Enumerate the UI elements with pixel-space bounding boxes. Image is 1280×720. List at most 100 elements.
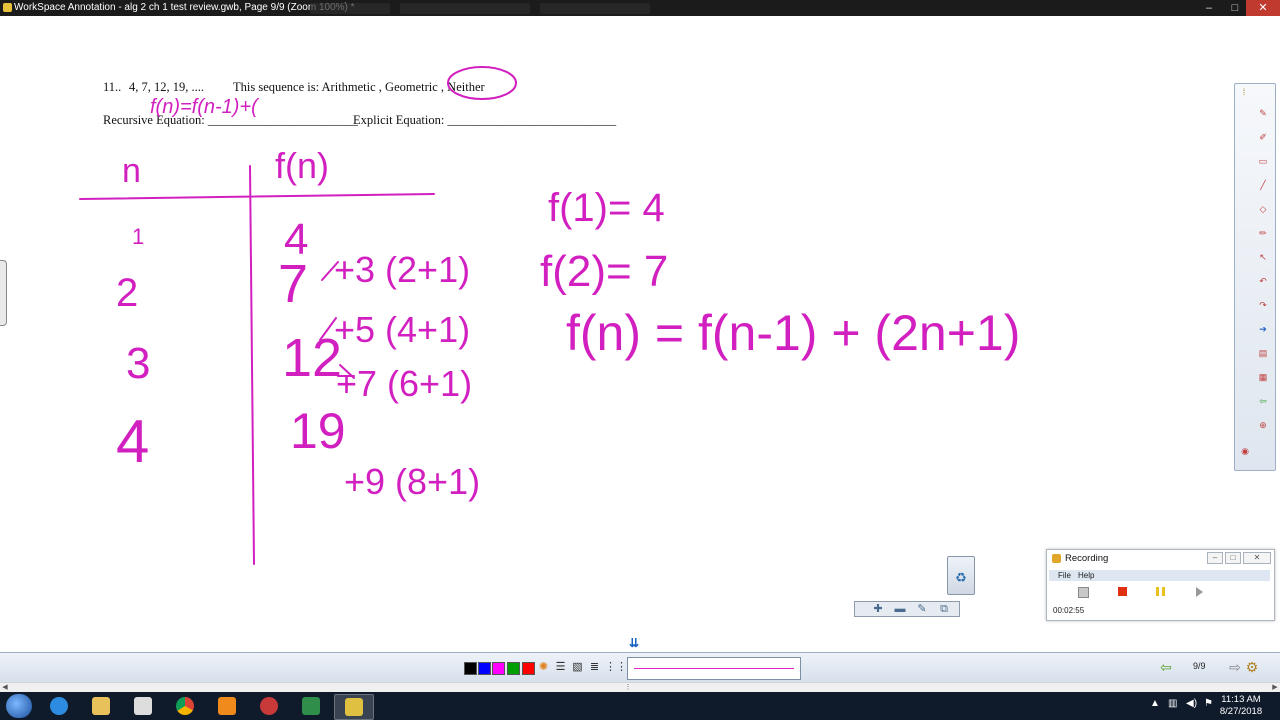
tray-expand-icon[interactable]: ▲ xyxy=(1150,698,1160,709)
snipping-icon xyxy=(260,697,278,715)
difference-note: +3 (2+1) xyxy=(334,249,470,290)
record-stop-disabled-icon[interactable] xyxy=(1078,587,1089,598)
palette-grip-icon[interactable]: ⁞ xyxy=(1238,87,1250,97)
back-icon[interactable]: ⇦ xyxy=(1257,396,1269,406)
word-icon xyxy=(302,697,320,715)
folder-icon xyxy=(92,697,110,715)
page-indicator: 9/9 xyxy=(1193,661,1206,671)
difference-note: +9 (8+1) xyxy=(344,461,480,502)
color-swatch-green[interactable] xyxy=(507,662,520,675)
play-icon[interactable] xyxy=(1196,587,1203,597)
stop-icon[interactable] xyxy=(1118,587,1127,596)
delete-bin[interactable]: ♻ xyxy=(947,556,975,595)
previous-page-icon[interactable]: ⇦ xyxy=(1158,659,1174,675)
scissors-icon xyxy=(134,697,152,715)
table-header-fn: f(n) xyxy=(275,145,329,186)
workspace-icon xyxy=(345,698,363,716)
n-value: 4 xyxy=(116,408,149,475)
taskbar-clock[interactable]: 11:13 AM 8/27/2018 xyxy=(1218,694,1264,718)
opacity-icon[interactable]: ⋮⋮ xyxy=(605,661,627,674)
taskbar-chrome[interactable] xyxy=(166,694,204,718)
windows-taskbar: ▲ ▥ ◀) ⚑ 11:13 AM 8/27/2018 xyxy=(0,692,1280,720)
line-tool-icon[interactable]: ╱ xyxy=(1257,180,1269,190)
taskbar-media-player[interactable] xyxy=(208,694,246,718)
recording-elapsed-time: 00:02:55 xyxy=(1053,606,1085,615)
pen-preview-line xyxy=(634,668,794,669)
select-tool-icon[interactable]: ↖ xyxy=(1257,252,1269,262)
media-player-icon xyxy=(218,697,236,715)
clock-date: 8/27/2018 xyxy=(1219,706,1263,717)
table-vertical-line xyxy=(249,165,255,565)
taskbar-snipping-tool[interactable] xyxy=(250,694,288,718)
next-page-arrow-icon[interactable]: ⇨ xyxy=(1227,659,1243,675)
neither-circle-ink xyxy=(447,66,517,100)
duplicate-icon[interactable]: ⧉ xyxy=(935,602,953,616)
table-horizontal-line xyxy=(79,193,435,200)
fn-value: 7 xyxy=(278,254,308,314)
table-header-n: n xyxy=(122,152,141,190)
f2-note: f(2)= 7 xyxy=(540,247,668,296)
internet-explorer-icon xyxy=(50,697,68,715)
taskbar-workspace[interactable] xyxy=(334,694,374,720)
highlighter-icon[interactable]: ✐ xyxy=(1257,132,1269,142)
volume-icon[interactable]: ◀) xyxy=(1186,698,1197,709)
color-swatch-red[interactable] xyxy=(522,662,535,675)
edit-icon[interactable]: ✎ xyxy=(913,602,931,616)
chrome-icon xyxy=(176,697,194,715)
zoom-out-icon[interactable]: ▬ xyxy=(891,602,909,616)
n-value: 1 xyxy=(132,224,144,249)
zoom-toolbar: ✚ ▬ ✎ ⧉ xyxy=(854,601,960,617)
recursive-answer-ink: f(n)=f(n-1)+( xyxy=(150,96,260,118)
recorder-app-icon xyxy=(1052,554,1061,563)
color-swatch-blue[interactable] xyxy=(478,662,491,675)
line-width-icon[interactable]: ☰ xyxy=(554,661,567,674)
color-swatch-black[interactable] xyxy=(464,662,477,675)
recycle-icon: ♻ xyxy=(955,570,967,585)
tool-palette: ⁞ ✎ ✐ ▭ ╱ ◇ ✏ ↖ ↶ ↷ ➔ ▤ ▦ ⇦ ⊕ ◉ xyxy=(1234,83,1276,471)
recording-menubar: File Help xyxy=(1049,570,1270,581)
dash-style-icon[interactable]: ≣ xyxy=(588,661,601,674)
formula-note: f(n) = f(n-1) + (2n+1) xyxy=(566,305,1020,361)
taskbar-file-explorer[interactable] xyxy=(82,694,120,718)
taskbar-tools-app[interactable] xyxy=(124,694,162,718)
pen-tool-icon[interactable]: ✎ xyxy=(1257,108,1269,118)
recording-minimize-button[interactable]: – xyxy=(1207,552,1223,564)
bottom-toolbar: ✺ ☰ ▧ ≣ ⋮⋮ ⇦ 9/9 ⇨ ⚙ xyxy=(0,652,1280,683)
clock-time: 11:13 AM xyxy=(1221,694,1261,705)
recording-window: Recording – □ ✕ File Help 00:02:55 xyxy=(1046,549,1275,621)
shape-tool-icon[interactable]: ◇ xyxy=(1257,204,1269,214)
f1-note: f(1)= 4 xyxy=(548,186,665,230)
taskbar-internet-explorer[interactable] xyxy=(40,694,78,718)
taskbar-word[interactable] xyxy=(292,694,330,718)
insert-icon[interactable]: ⊕ xyxy=(1257,420,1269,430)
collapse-toolbar-icon[interactable]: ⇊ xyxy=(626,636,642,651)
menu-file[interactable]: File xyxy=(1058,570,1071,581)
fn-value: 19 xyxy=(290,403,346,459)
capture-icon[interactable]: ▤ xyxy=(1257,348,1269,358)
network-icon[interactable]: ▥ xyxy=(1168,698,1177,709)
n-value: 3 xyxy=(126,339,150,388)
n-value: 2 xyxy=(116,271,138,315)
start-button[interactable] xyxy=(6,694,32,718)
pen-preview[interactable] xyxy=(627,657,801,680)
next-page-icon[interactable]: ➔ xyxy=(1257,324,1269,334)
difference-note: +5 (4+1) xyxy=(334,309,470,350)
color-picker-icon[interactable]: ✺ xyxy=(537,661,550,674)
line-style-icon[interactable]: ▧ xyxy=(571,661,584,674)
recording-maximize-button[interactable]: □ xyxy=(1225,552,1241,564)
redo-icon[interactable]: ↷ xyxy=(1257,300,1269,310)
recording-title: Recording xyxy=(1065,553,1109,564)
menu-help[interactable]: Help xyxy=(1078,570,1094,581)
undo-icon[interactable]: ↶ xyxy=(1257,276,1269,286)
toolbar-settings-icon[interactable]: ⚙ xyxy=(1244,659,1260,675)
pause-icon[interactable] xyxy=(1156,587,1165,596)
page-icon[interactable]: ▦ xyxy=(1257,372,1269,382)
flag-icon[interactable]: ⚑ xyxy=(1204,698,1213,709)
recording-close-button[interactable]: ✕ xyxy=(1243,552,1271,564)
exit-icon[interactable]: ◉ xyxy=(1239,446,1251,456)
zoom-in-icon[interactable]: ✚ xyxy=(869,602,887,616)
color-swatch-magenta[interactable] xyxy=(492,662,505,675)
difference-note: +7 (6+1) xyxy=(336,363,472,404)
eraser-icon[interactable]: ▭ xyxy=(1257,156,1269,166)
text-tool-icon[interactable]: ✏ xyxy=(1257,228,1269,238)
